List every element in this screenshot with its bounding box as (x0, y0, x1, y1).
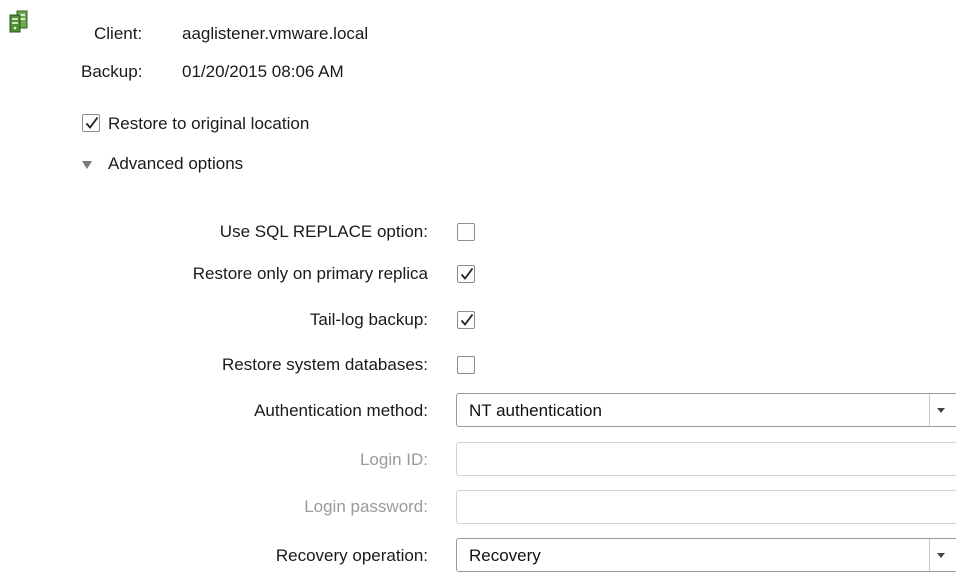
login-id-label: Login ID: (359, 450, 428, 469)
backup-value: 01/20/2015 08:06 AM (182, 62, 344, 81)
login-id-field[interactable] (456, 442, 956, 476)
auth-method-value: NT authentication (469, 401, 602, 420)
caret-down-icon[interactable] (937, 408, 945, 413)
recovery-op-select[interactable]: Recovery (456, 538, 956, 572)
recovery-op-value: Recovery (469, 546, 541, 565)
advanced-options-toggle[interactable]: Advanced options (108, 154, 243, 174)
checkmark-icon (460, 313, 474, 326)
restore-original-label[interactable]: Restore to original location (108, 114, 309, 134)
checkmark-icon (460, 267, 474, 280)
sql-replace-label: Use SQL REPLACE option: (219, 222, 428, 241)
system-db-label: Restore system databases: (222, 355, 428, 374)
system-db-checkbox[interactable] (457, 356, 475, 374)
recovery-op-label: Recovery operation: (275, 546, 428, 565)
login-password-field[interactable] (456, 490, 956, 524)
triangle-down-icon[interactable] (82, 161, 92, 169)
client-value: aaglistener.vmware.local (182, 24, 369, 43)
caret-down-icon[interactable] (937, 553, 945, 558)
auth-method-select[interactable]: NT authentication (456, 393, 956, 427)
tail-log-label: Tail-log backup: (309, 310, 428, 329)
checkmark-icon (85, 116, 99, 129)
server-cluster-icon (8, 10, 30, 34)
login-password-label: Login password: (304, 497, 428, 516)
client-label: Client: (94, 24, 143, 43)
primary-replica-label: Restore only on primary replica (192, 264, 428, 283)
backup-label: Backup: (81, 62, 143, 81)
primary-replica-checkbox[interactable] (457, 265, 475, 283)
tail-log-checkbox[interactable] (457, 311, 475, 329)
restore-original-checkbox[interactable] (82, 114, 100, 132)
sql-replace-checkbox[interactable] (457, 223, 475, 241)
auth-method-label: Authentication method: (254, 401, 428, 420)
